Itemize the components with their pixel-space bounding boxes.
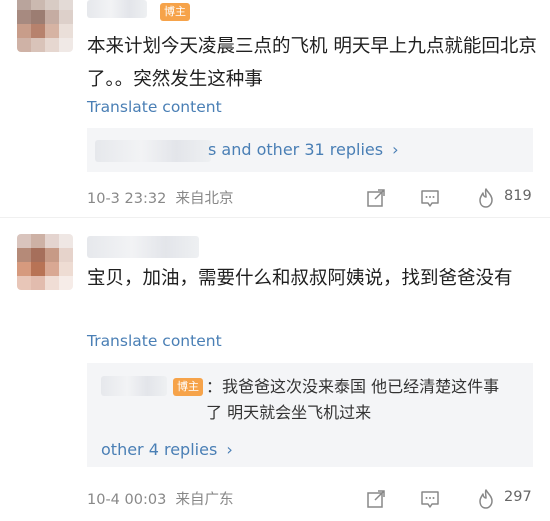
comment-meta: 10-4 00:03 来自广东 297 (87, 488, 533, 510)
divider (0, 217, 550, 218)
more-replies-link[interactable]: other 4 replies › (101, 440, 233, 459)
comment-text: 宝贝，加油，需要什么和叔叔阿姨说，找到爸爸没有 (87, 268, 513, 289)
share-icon[interactable] (365, 488, 387, 510)
comment-meta: 10-3 23:32 来自北京 819 (87, 187, 533, 209)
avatar[interactable] (17, 0, 73, 52)
chevron-right-icon: › (226, 440, 233, 459)
author-badge: 博主 (160, 3, 190, 21)
translate-link[interactable]: Translate content (87, 332, 222, 350)
like-fire-icon[interactable] (475, 488, 497, 510)
username-blurred[interactable] (87, 0, 147, 18)
author-badge: 博主 (173, 378, 203, 396)
share-icon[interactable] (365, 187, 387, 209)
avatar[interactable] (17, 234, 73, 290)
like-count: 819 (504, 188, 532, 204)
comment-item: 博主 本来计划今天凌晨三点的飞机 明天早上九点就能回北京了。。突然发生这种事 T… (0, 0, 550, 212)
replies-summary-box[interactable]: s and other 31 replies › (87, 128, 533, 172)
like-fire-icon[interactable] (475, 187, 497, 209)
reply-username-blurred (101, 376, 167, 396)
username-blurred[interactable] (87, 236, 199, 258)
comment-icon[interactable] (419, 488, 441, 510)
reply-text: ：我爸爸这次没来泰国 他已经清楚这件事了 明天就会坐飞机过来 (206, 377, 500, 422)
reply-usernames-blurred (95, 140, 211, 162)
replies-summary-link[interactable]: s and other 31 replies › (208, 140, 399, 159)
comment-item: 宝贝，加油，需要什么和叔叔阿姨说，找到爸爸没有 Translate conten… (0, 222, 550, 521)
comment-text: 本来计划今天凌晨三点的飞机 明天早上九点就能回北京了。。突然发生这种事 (87, 36, 537, 90)
like-count: 297 (504, 489, 532, 505)
timestamp: 10-4 00:03 来自广东 (87, 492, 234, 508)
reply-preview-box[interactable]: 博主 ：我爸爸这次没来泰国 他已经清楚这件事了 明天就会坐飞机过来 other … (87, 363, 533, 467)
chevron-right-icon: › (392, 140, 399, 159)
timestamp: 10-3 23:32 来自北京 (87, 191, 234, 207)
comment-icon[interactable] (419, 187, 441, 209)
translate-link[interactable]: Translate content (87, 98, 222, 116)
